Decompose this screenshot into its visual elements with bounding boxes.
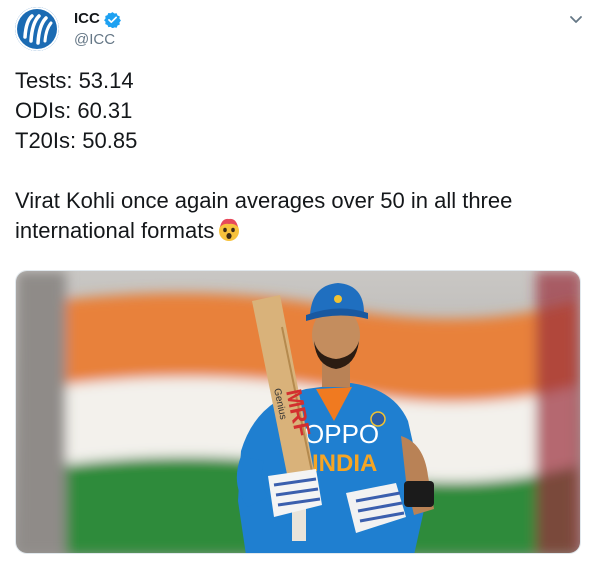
message-line-2: international formats	[15, 216, 585, 246]
verified-badge-icon	[103, 11, 121, 28]
user-info: ICC @ICC	[74, 10, 121, 49]
display-name[interactable]: ICC	[74, 10, 100, 28]
stat-line-t20is: T20Is: 50.85	[15, 128, 138, 153]
tweet-media-photo[interactable]: OPPO INDIA MRF Genius	[15, 270, 581, 554]
tweet-card: ICC @ICC Tests: 53.14 ODIs: 60.31 T20Is:…	[0, 0, 598, 570]
message-line-2-text: international formats	[15, 218, 215, 243]
exploding-head-emoji-icon	[219, 218, 240, 241]
cricketer-raising-bat-photo: OPPO INDIA MRF Genius	[16, 271, 580, 553]
message-line-1: Virat Kohli once again averages over 50 …	[15, 188, 513, 213]
avatar[interactable]	[15, 7, 59, 51]
jersey-brand-text: OPPO	[304, 419, 379, 449]
jersey-country-text: INDIA	[312, 450, 377, 477]
icc-logo-icon	[15, 7, 59, 51]
user-handle[interactable]: @ICC	[74, 31, 121, 49]
stat-line-tests: Tests: 53.14	[15, 68, 134, 93]
tweet-text: Tests: 53.14 ODIs: 60.31 T20Is: 50.85 Vi…	[15, 66, 585, 246]
stat-line-odis: ODIs: 60.31	[15, 98, 133, 123]
chevron-down-icon[interactable]	[566, 9, 586, 29]
